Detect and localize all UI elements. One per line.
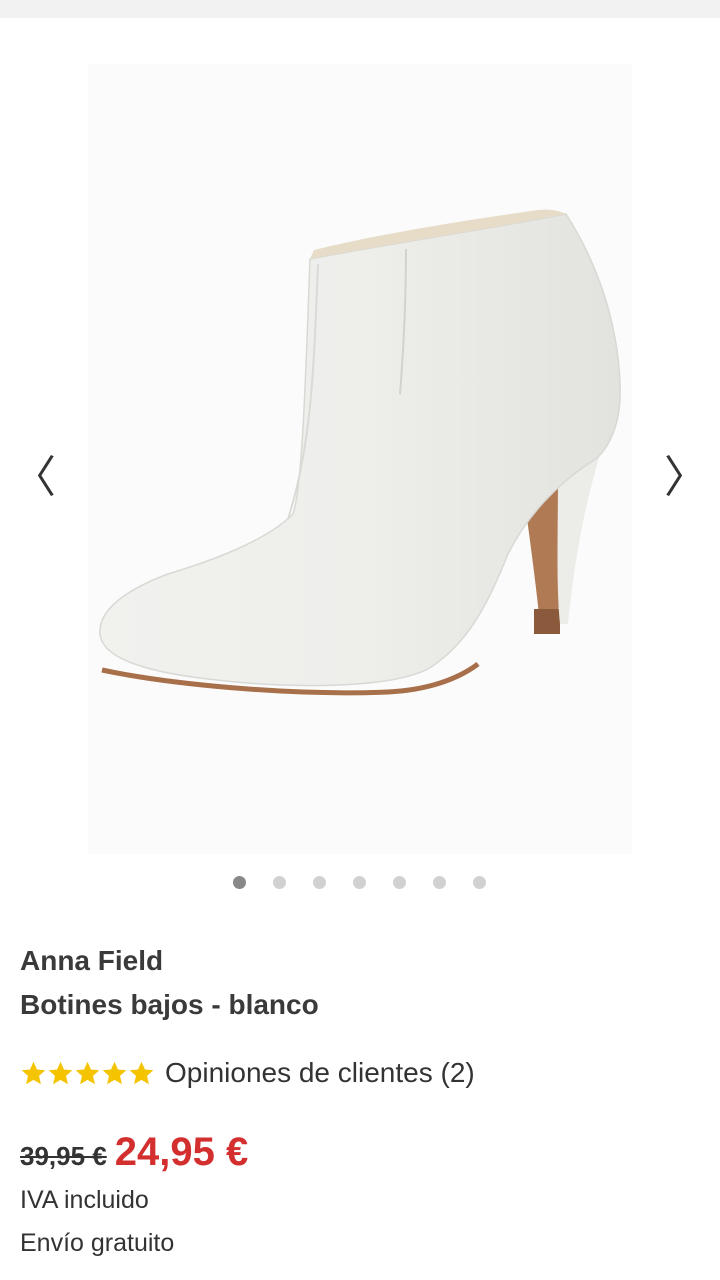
brand-name[interactable]: Anna Field [20,945,163,977]
product-title: Botines bajos - blanco [20,989,319,1020]
ankle-boot-image [99,209,621,696]
original-price: 39,95 € [20,1141,107,1171]
product-image[interactable] [88,64,632,854]
shipping-note: Envío gratuito [20,1229,175,1257]
pagination-dot[interactable] [433,876,446,889]
star-icon [102,1061,127,1084]
image-pagination-dots [0,876,720,890]
pagination-dot[interactable] [393,876,406,889]
star-icon [75,1061,100,1084]
pagination-dot[interactable] [473,876,486,889]
pagination-dot[interactable] [273,876,286,889]
star-icon [129,1061,154,1084]
price-row: 39,95 € 24,95 € [20,1130,248,1175]
top-bar [0,0,720,18]
vat-note: IVA incluido [20,1186,149,1214]
product-image-gallery[interactable]: 〈 〉 [0,18,720,868]
next-image-arrow-icon[interactable]: 〉 [664,456,708,500]
pagination-dot[interactable] [313,876,326,889]
star-icon [48,1061,73,1084]
pagination-dot[interactable] [233,876,246,889]
customer-reviews-link[interactable]: Opiniones de clientes (2) [165,1057,475,1089]
sale-price: 24,95 € [114,1130,249,1174]
rating-row[interactable]: Opiniones de clientes (2) [20,1053,475,1093]
previous-image-arrow-icon[interactable]: 〈 [12,456,56,500]
star-icon [21,1061,46,1084]
pagination-dot[interactable] [353,876,366,889]
star-rating [20,1060,155,1087]
